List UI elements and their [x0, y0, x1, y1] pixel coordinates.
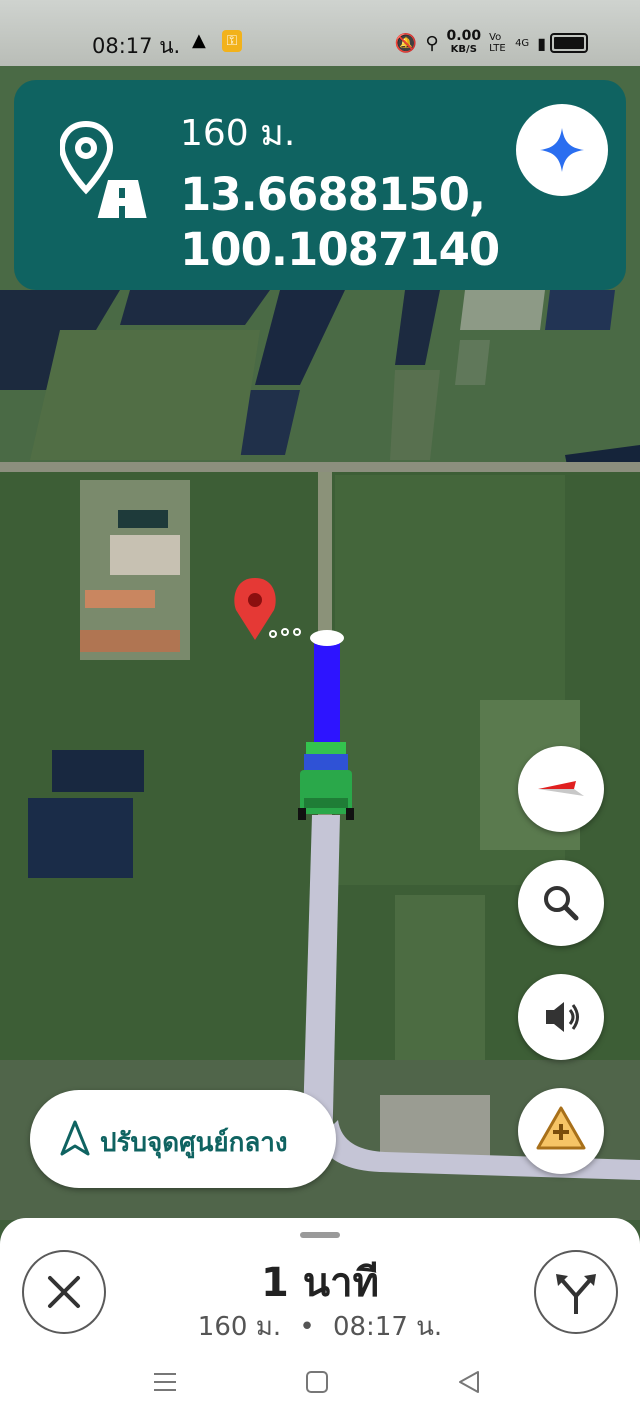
- distance-to-destination: 160 ม.: [180, 113, 296, 154]
- drag-handle[interactable]: [300, 1232, 340, 1238]
- report-incident-icon: [536, 1106, 586, 1150]
- network-label: 4G: [515, 37, 530, 49]
- arrival-time: 08:17 น.: [332, 1312, 443, 1342]
- compass-icon: [538, 781, 584, 796]
- back-icon[interactable]: [459, 1371, 479, 1393]
- sound-button[interactable]: [518, 974, 604, 1060]
- alternate-routes-button[interactable]: [534, 1250, 618, 1334]
- report-incident-button[interactable]: [518, 1088, 604, 1174]
- sparkle-icon: [540, 128, 584, 172]
- latitude-text: 13.6688150,: [180, 168, 486, 221]
- recenter-label: ปรับจุดศูนย์กลาง: [100, 1128, 288, 1158]
- route-fork-icon: [556, 1274, 596, 1314]
- search-button[interactable]: [518, 860, 604, 946]
- compass-button[interactable]: [518, 746, 604, 832]
- menu-icon[interactable]: [154, 1373, 176, 1391]
- vehicle-marker-icon: [298, 742, 354, 820]
- location-icon: ⚲: [425, 32, 439, 54]
- volte-label: Vo LTE: [489, 32, 506, 54]
- home-icon[interactable]: [306, 1371, 328, 1393]
- trip-distance: 160 ม.: [197, 1312, 282, 1342]
- key-icon: ⚿: [222, 30, 242, 52]
- search-icon: [544, 886, 579, 921]
- pin-road-icon: [60, 120, 147, 218]
- system-navigation-bar: [154, 1371, 479, 1393]
- navigation-arrow-icon: ▲: [192, 30, 206, 51]
- longitude-text: 100.1087140: [180, 223, 500, 276]
- separator-dot: •: [299, 1312, 315, 1342]
- navigation-card: 160 ม. 13.6688150, 100.1087140: [14, 80, 626, 290]
- mute-icon: 🔕: [394, 32, 418, 54]
- navigation-arrow-icon: [60, 1120, 90, 1156]
- status-time: 08:17 น.: [92, 34, 181, 58]
- signal-icon: ▮: [537, 33, 546, 53]
- battery-icon: [550, 33, 588, 53]
- gemini-assistant-button[interactable]: [516, 104, 608, 196]
- status-bar: 08:17 น. ▲ ⚿ 🔕 ⚲ 0.00 KB/S Vo LTE 4G ▮: [0, 0, 640, 66]
- volume-icon: [546, 1002, 579, 1032]
- trip-summary-sheet[interactable]: 1 นาที 160 ม. • 08:17 น.: [0, 1218, 640, 1421]
- net-rate: 0.00 KB/S: [446, 28, 482, 55]
- recenter-button[interactable]: ปรับจุดศูนย์กลาง: [30, 1090, 336, 1188]
